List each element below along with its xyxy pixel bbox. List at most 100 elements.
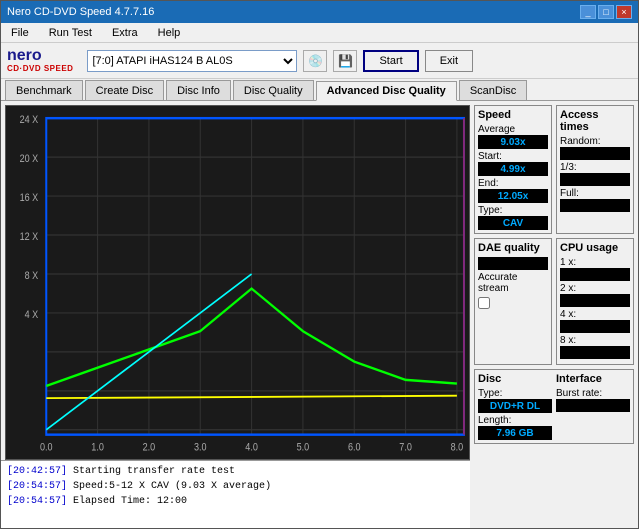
cpu-8x-label: 8 x: [560, 335, 630, 346]
log-line-1: [20:54:57] Speed:5-12 X CAV (9.03 X aver… [7, 479, 464, 494]
cpu-1x-bar [560, 268, 630, 281]
speed-end-value: 12.05x [498, 191, 529, 202]
svg-text:3.0: 3.0 [194, 442, 207, 454]
svg-text:12 X: 12 X [20, 231, 39, 243]
speed-start-bar: 4.99x [478, 162, 548, 176]
svg-text:8.0: 8.0 [451, 442, 464, 454]
random-bar [560, 147, 630, 160]
speed-panel: Speed Average 9.03x Start: 4.99x End: 12… [474, 105, 552, 234]
nero-logo: nero CD·DVD SPEED [7, 48, 73, 73]
one-third-bar [560, 173, 630, 186]
svg-text:16 X: 16 X [20, 192, 39, 204]
menu-bar: File Run Test Extra Help [1, 23, 638, 43]
menu-extra[interactable]: Extra [106, 25, 144, 41]
speed-title: Speed [478, 109, 548, 121]
svg-text:24 X: 24 X [20, 114, 39, 126]
speed-access-row: Speed Average 9.03x Start: 4.99x End: 12… [474, 105, 634, 234]
svg-text:6.0: 6.0 [348, 442, 361, 454]
tab-advanced-disc-quality[interactable]: Advanced Disc Quality [316, 81, 457, 101]
svg-text:5.0: 5.0 [297, 442, 310, 454]
speed-start-label: Start: [478, 151, 502, 162]
menu-run-test[interactable]: Run Test [43, 25, 98, 41]
tab-benchmark[interactable]: Benchmark [5, 80, 83, 100]
accurate-stream-checkbox-row [478, 297, 548, 309]
svg-text:7.0: 7.0 [399, 442, 412, 454]
disc-length-value: 7.96 GB [496, 428, 533, 439]
tabs-bar: Benchmark Create Disc Disc Info Disc Qua… [1, 79, 638, 101]
drive-select[interactable]: [7:0] ATAPI iHAS124 B AL0S [87, 50, 297, 72]
disc-type-label: Type: [478, 388, 552, 399]
disc-type-value: DVD+R DL [490, 401, 540, 412]
svg-text:4.0: 4.0 [245, 442, 258, 454]
nero-brand: nero [7, 48, 42, 64]
burst-rate-label: Burst rate: [556, 388, 630, 399]
speed-start-value: 4.99x [500, 164, 525, 175]
menu-help[interactable]: Help [152, 25, 187, 41]
svg-text:20 X: 20 X [20, 153, 39, 165]
cpu-4x-bar [560, 320, 630, 333]
title-bar: Nero CD-DVD Speed 4.7.7.16 _ □ × [1, 1, 638, 23]
speed-type-bar: CAV [478, 216, 548, 230]
disc-interface-right: Interface Burst rate: [556, 373, 630, 440]
speed-end-bar: 12.05x [478, 189, 548, 203]
dae-bar [478, 257, 548, 270]
cpu-2x-bar [560, 294, 630, 307]
minimize-button[interactable]: _ [580, 5, 596, 19]
window-controls: _ □ × [580, 5, 632, 19]
cpu-title: CPU usage [560, 242, 630, 254]
dae-panel: DAE quality Accurate stream [474, 238, 552, 365]
speed-end-label: End: [478, 178, 548, 189]
dae-cpu-row: DAE quality Accurate stream CPU usage 1 … [474, 238, 634, 365]
cpu-4x-label: 4 x: [560, 309, 630, 320]
disc-length-bar: 7.96 GB [478, 426, 552, 440]
menu-file[interactable]: File [5, 25, 35, 41]
speed-average-value: 9.03x [500, 137, 525, 148]
accurate-stream-checkbox[interactable] [478, 297, 490, 309]
exit-button[interactable]: Exit [425, 50, 473, 72]
disc-length-label: Length: [478, 415, 552, 426]
tab-scan-disc[interactable]: ScanDisc [459, 80, 527, 100]
cpu-panel: CPU usage 1 x: 2 x: 4 x: 8 x: [556, 238, 634, 365]
window: Nero CD-DVD Speed 4.7.7.16 _ □ × File Ru… [0, 0, 639, 529]
disc-info-left: Disc Type: DVD+R DL Length: 7.96 GB [478, 373, 552, 440]
one-third-label: 1/3: [560, 162, 630, 173]
close-button[interactable]: × [616, 5, 632, 19]
speed-average-label: Average [478, 124, 548, 135]
speed-average-bar: 9.03x [478, 135, 548, 149]
cpu-8x-bar [560, 346, 630, 359]
log-line-2: [20:54:57] Elapsed Time: 12:00 [7, 494, 464, 509]
start-button[interactable]: Start [363, 50, 418, 72]
log-line-0: [20:42:57] Starting transfer rate test [7, 464, 464, 479]
full-bar [560, 199, 630, 212]
disc-title: Disc [478, 373, 552, 385]
accurate-stream-label: Accurate stream [478, 272, 548, 294]
random-label: Random: [560, 136, 630, 147]
tab-create-disc[interactable]: Create Disc [85, 80, 164, 100]
access-times-panel: Access times Random: 1/3: Full: [556, 105, 634, 234]
svg-text:2.0: 2.0 [143, 442, 156, 454]
nero-product: CD·DVD SPEED [7, 64, 73, 73]
cpu-1x-label: 1 x: [560, 257, 630, 268]
eject-icon-button[interactable]: 💿 [303, 50, 327, 72]
right-panel: Speed Average 9.03x Start: 4.99x End: 12… [470, 101, 638, 528]
dae-title: DAE quality [478, 242, 548, 254]
window-title: Nero CD-DVD Speed 4.7.7.16 [7, 6, 154, 18]
svg-text:8 X: 8 X [25, 270, 39, 282]
log-area: [20:42:57] Starting transfer rate test [… [1, 460, 470, 528]
svg-text:1.0: 1.0 [91, 442, 104, 454]
cpu-2x-label: 2 x: [560, 283, 630, 294]
svg-text:4 X: 4 X [25, 309, 39, 321]
maximize-button[interactable]: □ [598, 5, 614, 19]
full-label: Full: [560, 188, 630, 199]
access-times-title: Access times [560, 109, 630, 133]
tab-disc-quality[interactable]: Disc Quality [233, 80, 314, 100]
speed-type-label: Type: [478, 205, 548, 216]
tab-disc-info[interactable]: Disc Info [166, 80, 231, 100]
disc-panel: Disc Type: DVD+R DL Length: 7.96 GB Inte… [474, 369, 634, 444]
save-icon-button[interactable]: 💾 [333, 50, 357, 72]
interface-title: Interface [556, 373, 630, 385]
svg-text:0.0: 0.0 [40, 442, 53, 454]
chart-svg: 24 X 20 X 16 X 12 X 8 X 4 X 36 32 28 24 … [6, 106, 469, 459]
chart-area: 24 X 20 X 16 X 12 X 8 X 4 X 36 32 28 24 … [5, 105, 470, 460]
disc-type-bar: DVD+R DL [478, 399, 552, 413]
